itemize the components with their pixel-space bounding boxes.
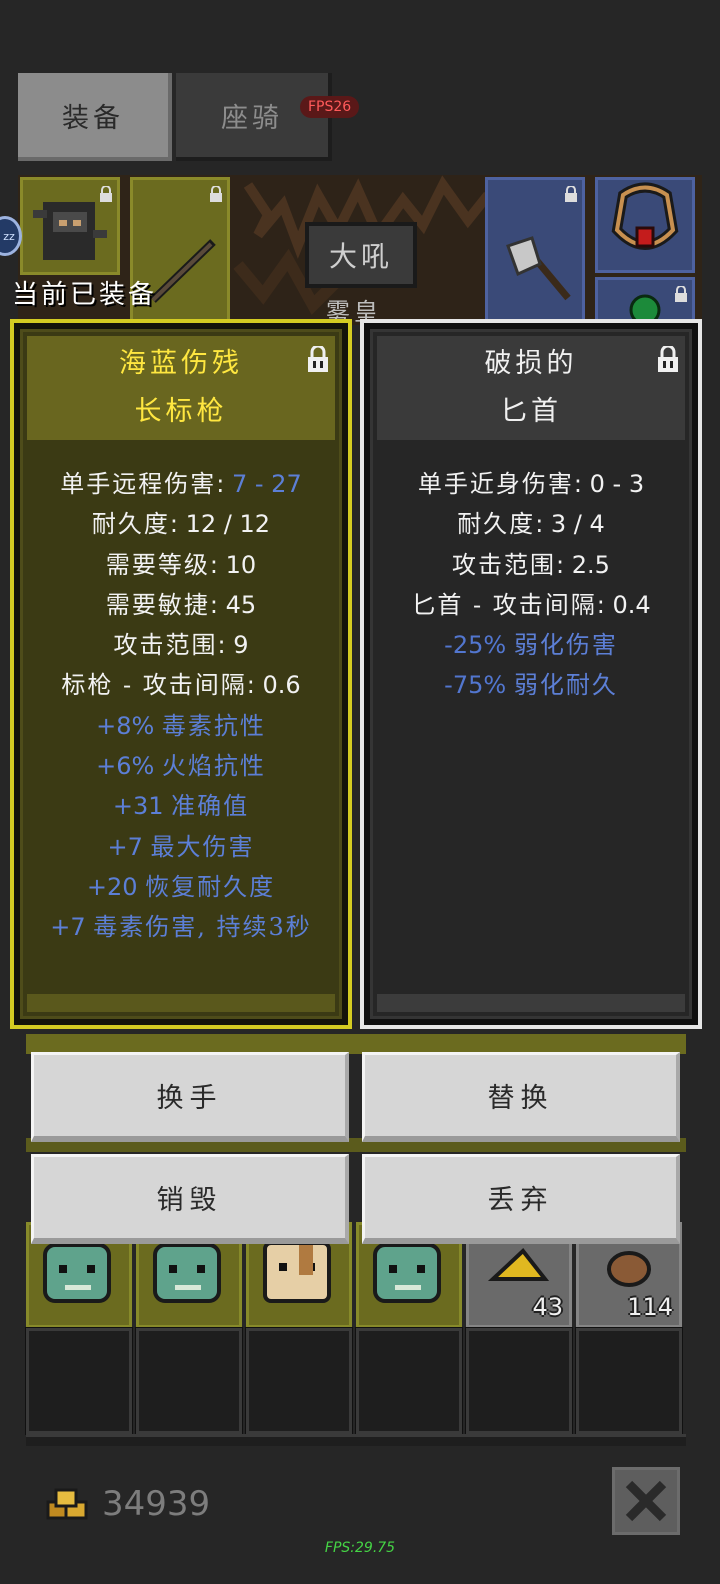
close-button[interactable] (612, 1467, 680, 1535)
lock-icon (675, 286, 687, 302)
lock-icon (565, 186, 577, 202)
item-name-header: 海蓝伤残 长标枪 (27, 336, 335, 440)
skill-banner: 大吼 (305, 222, 417, 288)
card-footer (27, 994, 335, 1012)
amulet-slot[interactable] (595, 177, 695, 273)
bonus-line: -25% 弱化伤害 (444, 631, 618, 660)
swap-hand-button[interactable]: 换手 (31, 1052, 349, 1142)
offhand-slot[interactable] (485, 177, 585, 325)
stat-line: 攻击范围: 2.5 (452, 550, 610, 579)
item-name-prefix: 破损的 (484, 348, 578, 379)
fps-counter: FPS:29.75 (324, 1540, 396, 1556)
gold-amount: 34939 (102, 1484, 211, 1524)
bonus-line: +31 准确值 (112, 792, 250, 821)
bonus-line: +20 恢复耐久度 (86, 872, 276, 901)
lock-icon (100, 186, 112, 202)
stat-line: 需要敏捷: 45 (105, 590, 257, 619)
stat-line: 耐久度: 3 / 4 (457, 510, 605, 539)
lock-icon[interactable] (657, 346, 679, 372)
stat-line: 单手远程伤害: 7 - 27 (60, 470, 302, 498)
item-name-base: 匕首 (500, 396, 562, 427)
equipped-item-card: 破损的 匕首 单手近身伤害: 0 - 3 耐久度: 3 / 4 攻击范围: 2.… (360, 319, 702, 1029)
card-footer (377, 994, 685, 1012)
gold-coins-icon (46, 1488, 88, 1520)
drop-button[interactable]: 丢弃 (362, 1154, 680, 1244)
stat-line: 匕首 - 攻击间隔: 0.4 (411, 590, 651, 619)
item-count: 43 (532, 1293, 563, 1321)
bonus-line: -75% 弱化耐久 (444, 671, 618, 700)
close-icon (625, 1480, 667, 1522)
amulet-icon (611, 182, 679, 250)
inventory-slot[interactable] (25, 1327, 133, 1435)
new-item-card: 海蓝伤残 长标枪 单手远程伤害: 7 - 27 耐久度: 12 / 12 需要等… (10, 319, 352, 1029)
bonus-line: +6% 火焰抗性 (96, 752, 266, 781)
inventory-slot[interactable] (575, 1327, 683, 1435)
item-name-prefix: 海蓝伤残 (119, 348, 243, 379)
item-stats: 单手近身伤害: 0 - 3 耐久度: 3 / 4 攻击范围: 2.5 匕首 - … (373, 464, 689, 706)
inventory-slot[interactable] (355, 1327, 463, 1435)
item-stats: 单手远程伤害: 7 - 27 耐久度: 12 / 12 需要等级: 10 需要敏… (23, 464, 339, 948)
stat-line: 耐久度: 12 / 12 (91, 510, 271, 539)
destroy-button[interactable]: 销毁 (31, 1154, 349, 1244)
bonus-line: +7 最大伤害 (107, 832, 255, 861)
bonus-line: +8% 毒素抗性 (96, 711, 266, 740)
stat-line: 需要等级: 10 (105, 550, 257, 579)
lock-icon (210, 186, 222, 202)
helmet-slot[interactable] (20, 177, 120, 275)
inventory-slot[interactable] (465, 1327, 573, 1435)
ring-slot[interactable] (595, 277, 695, 325)
stat-line: 标枪 - 攻击间隔: 0.6 (61, 671, 301, 700)
currently-equipped-label: 当前已装备 (12, 280, 158, 310)
inventory-slot[interactable] (245, 1327, 353, 1435)
inventory-row-peek (26, 1034, 686, 1054)
item-name-base: 长标枪 (134, 396, 228, 427)
stat-line: 单手近身伤害: 0 - 3 (417, 470, 645, 498)
item-count: 114 (627, 1293, 673, 1321)
bonus-line: +7 毒素伤害, 持续3秒 (50, 913, 312, 942)
item-name-header: 破损的 匕首 (377, 336, 685, 440)
fps-badge: FPS26 (300, 96, 360, 118)
tab-equipment[interactable]: 装备 (18, 73, 172, 161)
replace-button[interactable]: 替换 (362, 1052, 680, 1142)
inventory-slot[interactable] (135, 1327, 243, 1435)
stat-line: 攻击范围: 9 (113, 631, 249, 660)
lock-icon[interactable] (307, 346, 329, 372)
